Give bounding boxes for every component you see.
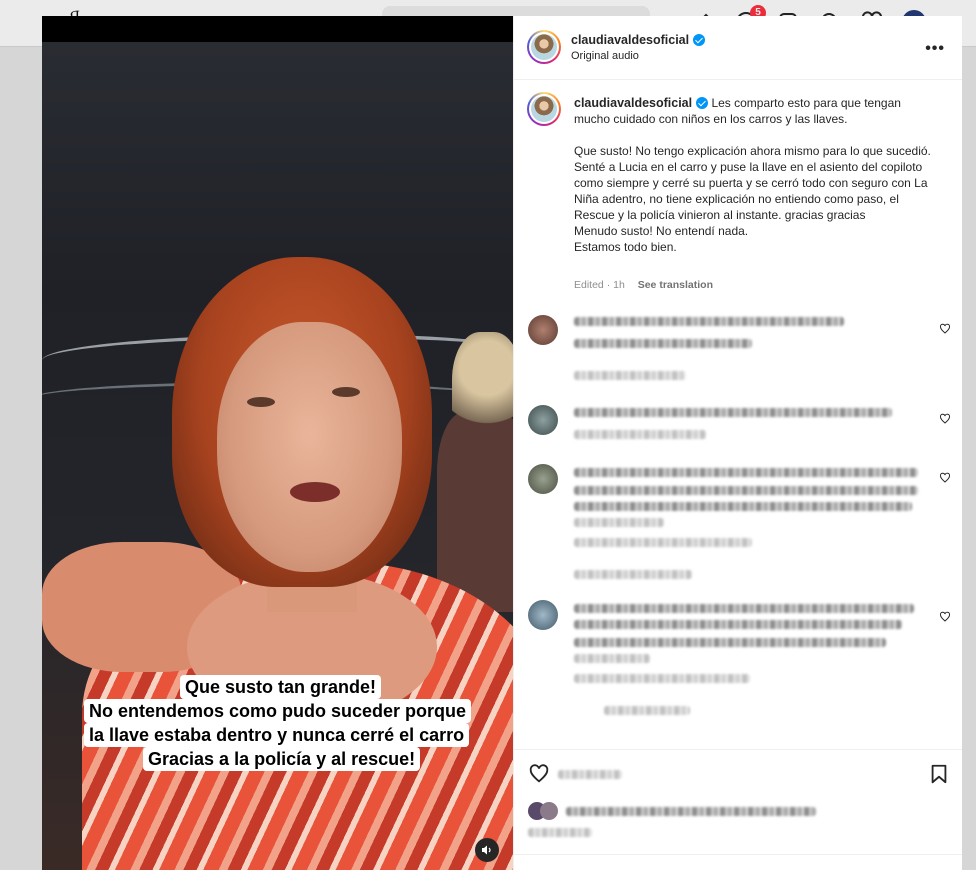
comment-text-pixelated: [574, 486, 918, 495]
right-eye: [332, 387, 360, 397]
author-avatar[interactable]: [527, 30, 561, 64]
caption-username[interactable]: claudiavaldesoficial: [574, 96, 709, 110]
more-options-icon[interactable]: •••: [925, 40, 945, 58]
bookmark-icon[interactable]: [928, 763, 950, 785]
comment-avatar[interactable]: [528, 315, 558, 345]
mute-button[interactable]: [475, 838, 499, 862]
see-translation-link[interactable]: See translation: [638, 279, 713, 291]
comment-text-pixelated: [574, 638, 886, 647]
liked-by-text-pixelated: [566, 807, 816, 816]
comment-text-pixelated: [574, 604, 914, 613]
view-replies-pixelated[interactable]: [574, 570, 692, 579]
comment-meta-pixelated: [574, 674, 750, 683]
comment-text-pixelated: [574, 408, 892, 417]
author-username-text[interactable]: claudiavaldesoficial: [571, 33, 689, 47]
comment-text-pixelated: [574, 317, 844, 326]
background-person-head: [452, 332, 513, 452]
video-caption-line-4: Gracias a la policía y al rescue!: [143, 747, 421, 771]
caption-body: Que susto! No tengo explicación ahora mi…: [574, 144, 931, 254]
video-caption-line-2: No entendemos como pudo suceder porque: [84, 699, 472, 723]
comment-like-icon[interactable]: [939, 471, 951, 483]
speaker-mute-icon: [482, 845, 491, 855]
like-icon[interactable]: [528, 763, 550, 785]
video-top-bar: [42, 16, 513, 42]
left-eye: [247, 397, 275, 407]
comment-meta-pixelated: [574, 430, 706, 439]
verified-badge-icon: [696, 97, 709, 109]
caption-username-text[interactable]: claudiavaldesoficial: [574, 96, 692, 110]
comment-text-pixelated: [574, 502, 912, 511]
woman-face: [217, 322, 402, 572]
verified-badge-icon: [693, 34, 706, 46]
liked-by-avatar[interactable]: [540, 802, 558, 820]
video-caption-line-3: la llave estaba dentro y nunca cerré el …: [84, 723, 470, 747]
edited-timestamp: Edited · 1h: [574, 279, 625, 291]
comment-text-pixelated: [574, 620, 902, 629]
post-time-pixelated: [528, 828, 592, 837]
mouth: [290, 482, 340, 502]
comment-text-pixelated: [574, 518, 664, 527]
comment-like-icon[interactable]: [939, 610, 951, 622]
caption-author-avatar[interactable]: [527, 92, 561, 126]
post-actions: [514, 749, 962, 870]
post-caption: claudiavaldesoficial Les comparto esto p…: [574, 95, 940, 271]
comment-avatar[interactable]: [528, 600, 558, 630]
comment-meta-pixelated: [574, 538, 752, 547]
view-replies-pixelated[interactable]: [604, 706, 690, 715]
post-header: claudiavaldesoficial Original audio •••: [514, 16, 962, 80]
post-modal: Que susto tan grande! No entendemos como…: [42, 16, 962, 870]
author-username[interactable]: claudiavaldesoficial: [571, 33, 706, 47]
add-comment-bar[interactable]: [514, 854, 962, 870]
comment-text-pixelated: [574, 654, 650, 663]
video-caption-line-1: Que susto tan grande!: [180, 675, 382, 699]
video-player[interactable]: Que susto tan grande! No entendemos como…: [42, 16, 513, 870]
comment-like-icon[interactable]: [939, 412, 951, 424]
action-icons-pixelated: [558, 770, 622, 779]
comment-text-pixelated: [574, 468, 918, 477]
audio-label[interactable]: Original audio: [571, 50, 639, 62]
comment-avatar[interactable]: [528, 464, 558, 494]
comment-meta-pixelated: [574, 371, 686, 380]
comment-text-pixelated: [574, 339, 752, 348]
comment-avatar[interactable]: [528, 405, 558, 435]
post-details-panel: claudiavaldesoficial Original audio ••• …: [513, 16, 962, 870]
comment-like-icon[interactable]: [939, 322, 951, 334]
caption-meta: Edited · 1h See translation: [574, 279, 723, 291]
